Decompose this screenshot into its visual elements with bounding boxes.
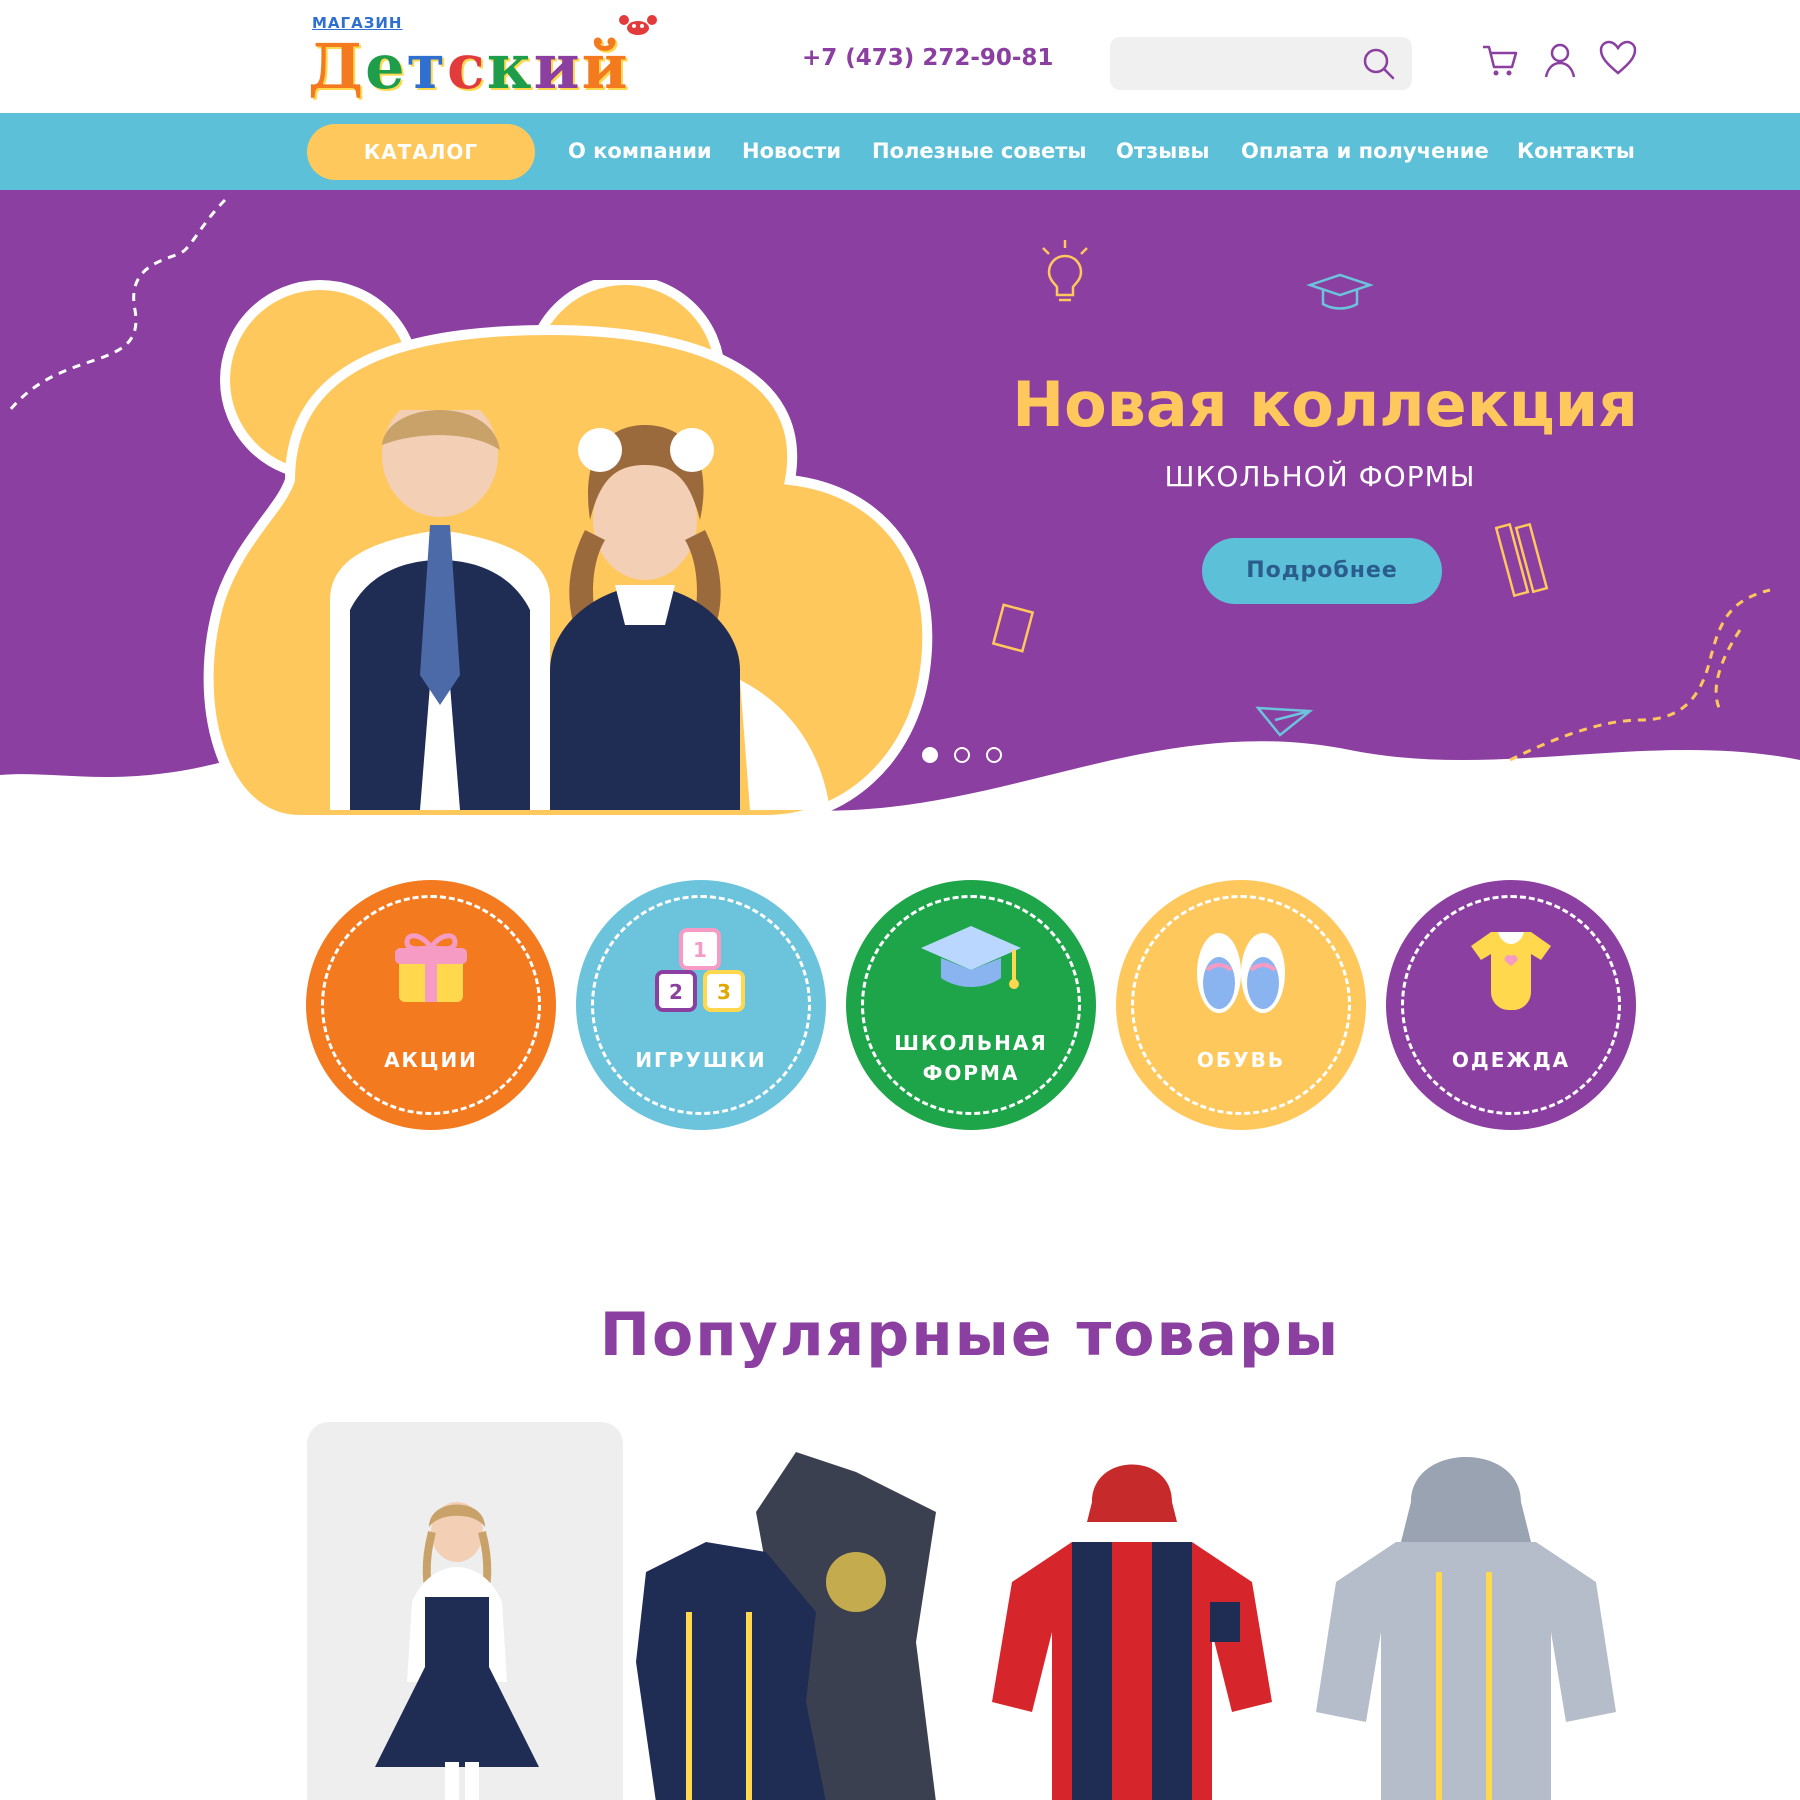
search-bar[interactable]	[1110, 37, 1412, 90]
category-label: ОБУВЬ	[1196, 1048, 1286, 1072]
category-label: АКЦИИ	[384, 1048, 478, 1072]
logo-wordmark: Детский	[308, 30, 630, 103]
nav-item-news[interactable]: Новости	[742, 139, 841, 163]
bodysuit-icon	[1471, 932, 1551, 1010]
logo-letter: е	[365, 30, 407, 103]
slider-dot-active[interactable]	[922, 747, 938, 763]
cart-icon[interactable]	[1480, 40, 1520, 80]
logo-crab-icon	[619, 15, 657, 35]
category-label-line1: ШКОЛЬНАЯ	[894, 1031, 1048, 1055]
category-label: ОДЕЖДА	[1451, 1048, 1571, 1072]
logo-letter: к	[486, 30, 534, 103]
baby-shoes-icon	[1197, 933, 1285, 1013]
category-toys[interactable]: 1 2 3 ИГРУШКИ	[576, 880, 826, 1130]
phone-number[interactable]: +7 (473) 272-90-81	[802, 45, 1053, 71]
toy-blocks-icon: 1 2 3	[655, 928, 745, 1012]
gift-icon	[395, 933, 467, 1002]
svg-text:2: 2	[669, 980, 683, 1004]
category-shoes[interactable]: ОБУВЬ	[1116, 880, 1366, 1130]
category-label: ИГРУШКИ	[635, 1048, 767, 1072]
product-card[interactable]	[972, 1422, 1294, 1800]
logo-letter: с	[447, 30, 487, 103]
user-icon[interactable]	[1540, 40, 1580, 80]
page: МАГАЗИН Детский +7 (473) 272-90-81 КАТАЛ…	[0, 0, 1800, 1800]
product-card[interactable]	[636, 1422, 958, 1800]
graduation-cap-icon	[921, 926, 1021, 989]
logo-letter: и	[533, 30, 582, 103]
hero-title: Новая коллекция	[1012, 368, 1638, 441]
slider-dot[interactable]	[986, 747, 1002, 763]
slider-dot[interactable]	[954, 747, 970, 763]
svg-text:3: 3	[717, 980, 731, 1004]
catalog-button[interactable]: КАТАЛОГ	[307, 124, 535, 180]
category-sales[interactable]: АКЦИИ	[306, 880, 556, 1130]
category-school-uniform[interactable]: ШКОЛЬНАЯ ФОРМА	[846, 880, 1096, 1130]
logo-letter: й	[581, 30, 630, 103]
ruler-pencil-doodle-icon	[1495, 522, 1549, 598]
nav-item-about[interactable]: О компании	[568, 139, 712, 163]
silver-jacket-photo	[1316, 1457, 1616, 1800]
svg-text:1: 1	[693, 938, 707, 962]
product-card[interactable]	[1306, 1422, 1628, 1800]
hero-banner: Новая коллекция ШКОЛЬНОЙ ФОРМЫ Подробнее	[0, 190, 1800, 820]
lightbulb-doodle-icon	[1042, 240, 1088, 302]
category-clothes[interactable]: ОДЕЖДА	[1386, 880, 1636, 1130]
notebook-doodle-icon	[991, 603, 1035, 653]
site-header: МАГАЗИН Детский +7 (473) 272-90-81	[0, 0, 1800, 113]
logo-letter: т	[406, 30, 448, 103]
nav-item-contacts[interactable]: Контакты	[1517, 139, 1635, 163]
popular-section-title: Популярные товары	[599, 1300, 1341, 1370]
children-in-uniform-photo	[330, 410, 830, 810]
product-card[interactable]	[307, 1422, 623, 1800]
camo-jackets-photo	[636, 1452, 936, 1800]
nav-item-payment[interactable]: Оплата и получение	[1241, 139, 1489, 163]
nav-item-tips[interactable]: Полезные советы	[872, 139, 1086, 163]
hero-subtitle: ШКОЛЬНОЙ ФОРМЫ	[1164, 460, 1476, 493]
paper-plane-doodle-icon	[1255, 706, 1314, 737]
red-jacket-photo	[992, 1464, 1272, 1800]
main-nav: КАТАЛОГ О компании Новости Полезные сове…	[0, 113, 1800, 190]
heart-icon[interactable]	[1598, 38, 1638, 78]
graduation-cap-doodle-icon	[1306, 273, 1374, 310]
search-icon[interactable]	[1362, 47, 1396, 81]
category-label-line2: ФОРМА	[922, 1061, 1020, 1085]
nav-item-reviews[interactable]: Отзывы	[1116, 139, 1210, 163]
school-dress-photo	[375, 1502, 539, 1800]
logo-letter: Д	[308, 30, 366, 103]
site-logo[interactable]: МАГАЗИН Детский	[308, 14, 668, 103]
hero-more-button[interactable]: Подробнее	[1202, 538, 1442, 604]
